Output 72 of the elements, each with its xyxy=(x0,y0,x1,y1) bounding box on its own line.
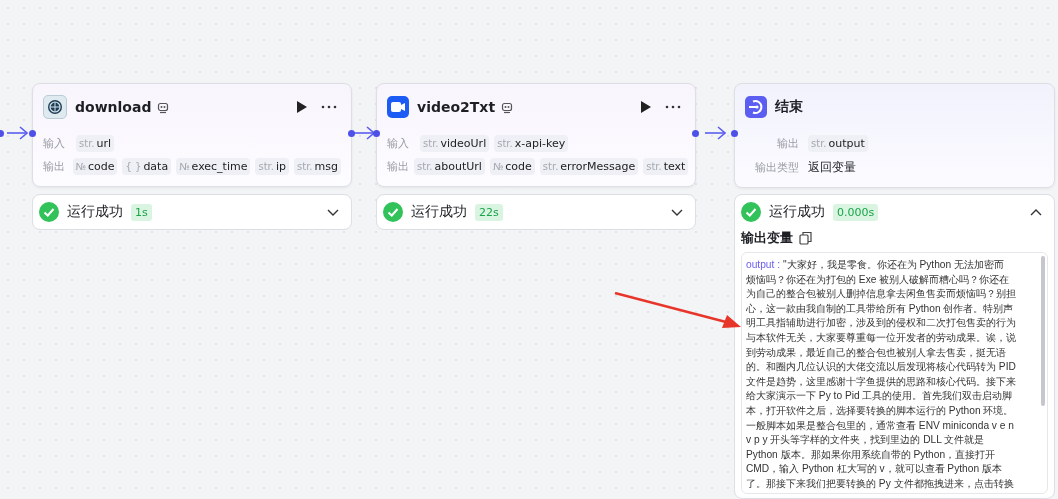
output-line: CMD，输入 Python 杠大写的 v，就可以查看 Python 版本 xyxy=(746,462,1002,477)
output-line: 文件是趋势，这里感谢十字鱼提供的思路和核心代码。接下来 xyxy=(746,374,1016,389)
chevron-down-icon xyxy=(327,207,339,217)
play-icon xyxy=(639,100,651,114)
node-card[interactable]: video2Txt 输入 str. videoUrl str. x-api-key 输出 str. aboutUrl № code str. errorMessage str. text xyxy=(376,83,696,187)
variable-tag: str. text xyxy=(643,157,689,175)
port-dot xyxy=(692,130,699,137)
more-icon xyxy=(665,105,681,109)
output-line: 给大家演示一下 Py to Pid 工具的使用。首先我们双击启动脚 xyxy=(746,389,1013,404)
output-line: v p y 开头等字样的文件夹，找到里边的 DLL 文件就是 xyxy=(746,433,985,448)
status-text: 运行成功 xyxy=(769,203,825,221)
variable-tag: str. videoUrl xyxy=(420,134,490,152)
more-icon xyxy=(321,105,337,109)
output-line: 心，这一款由我自制的工具带给所有 Python 创作者。特别声 xyxy=(746,301,1014,316)
node-card[interactable]: 结束 输出 str. output 输出类型 返回变量 xyxy=(734,83,1055,188)
variable-tag: str. msg xyxy=(294,157,341,175)
variable-tag: { } data xyxy=(122,157,172,175)
duration-badge: 22s xyxy=(475,203,503,221)
connector-arrow xyxy=(353,126,375,140)
output-line: 本，打开软件之后，选择要转换的脚本运行的 Python 环境。 xyxy=(746,403,1014,418)
output-line: 明工具指辅助进行加密，涉及到的侵权和二次打包售卖的行为 xyxy=(746,316,1016,331)
output-line: 到劳动成果，最近自己的整合包也被别人拿去售卖，挺无语 xyxy=(746,345,1006,360)
variable-tag: № code xyxy=(489,157,535,175)
field-label: 输出 xyxy=(387,158,409,174)
port-dot xyxy=(373,130,380,137)
status-text: 运行成功 xyxy=(411,203,467,221)
status-text: 运行成功 xyxy=(67,203,123,221)
chevron-up-icon xyxy=(1030,207,1042,217)
port-dot xyxy=(348,130,355,137)
section-title: 输出变量 xyxy=(741,229,793,247)
output-line: 一般脚本如果是整合包里的，通常查看 ENV miniconda v e n xyxy=(746,418,1014,433)
robot-icon xyxy=(157,102,170,114)
field-label: 输出 xyxy=(43,158,66,174)
output-line: 为自己的整合包被别人删掉信息拿去闲鱼售卖而烦恼吗？别担 xyxy=(746,287,1016,302)
variable-tag: № code xyxy=(72,157,118,175)
port-dot xyxy=(731,130,738,137)
copy-icon xyxy=(799,231,812,245)
node-title: download xyxy=(75,99,152,115)
chevron-down-icon xyxy=(671,207,683,217)
variable-tag: str. url xyxy=(76,134,115,152)
field-label: 输出 xyxy=(776,135,799,151)
field-label: 输入 xyxy=(387,135,410,151)
duration-badge: 0.000s xyxy=(833,203,879,221)
variable-tag: str. ip xyxy=(255,157,290,175)
variable-tag: str. errorMessage xyxy=(539,157,639,175)
node-title: video2Txt xyxy=(417,99,496,115)
field-label: 输出类型 xyxy=(754,159,799,175)
node-title: 结束 xyxy=(775,98,803,116)
output-line: 的。和圈内几位认识的大佬交流以后发现将核心代码转为 PID xyxy=(746,360,1016,375)
success-check-icon xyxy=(39,202,59,222)
output-key: output : xyxy=(746,258,780,273)
node-card[interactable]: download 输入 str. url 输出 № code { } data № exec_time str. ip str. msg xyxy=(32,83,352,187)
field-label: 输入 xyxy=(43,135,66,151)
connector-arrow xyxy=(704,126,726,140)
success-check-icon xyxy=(383,202,403,222)
play-icon xyxy=(295,100,307,114)
variable-tag: № exec_time xyxy=(176,157,251,175)
scrollbar-thumb[interactable] xyxy=(1041,256,1045,406)
variable-tag: str. x-api-key xyxy=(494,134,569,152)
output-line: 烦恼吗？你还在为打包的 Exe 被别人破解而糟心吗？你还在 xyxy=(746,272,1010,287)
success-check-icon xyxy=(741,202,761,222)
duration-badge: 1s xyxy=(131,203,152,221)
variable-tag: str. aboutUrl xyxy=(414,157,485,175)
field-value: 返回变量 xyxy=(808,158,856,176)
port-dot xyxy=(29,130,36,137)
robot-icon xyxy=(501,102,514,114)
output-line: Python 版本。那如果你用系统自带的 Python，直接打开 xyxy=(746,447,996,462)
variable-tag: str. output xyxy=(808,134,868,152)
connector-arrow xyxy=(6,126,28,140)
output-line: "大家好，我是零食。你还在为 Python 无法加密而 xyxy=(783,258,1004,272)
output-line: 与本软件无关，大家要尊重每一位开发者的劳动成果。诶，说 xyxy=(746,330,1016,345)
output-line: 了。那接下来我们把要转换的 Py 文件都拖拽进来，点击转换 xyxy=(746,476,1014,491)
